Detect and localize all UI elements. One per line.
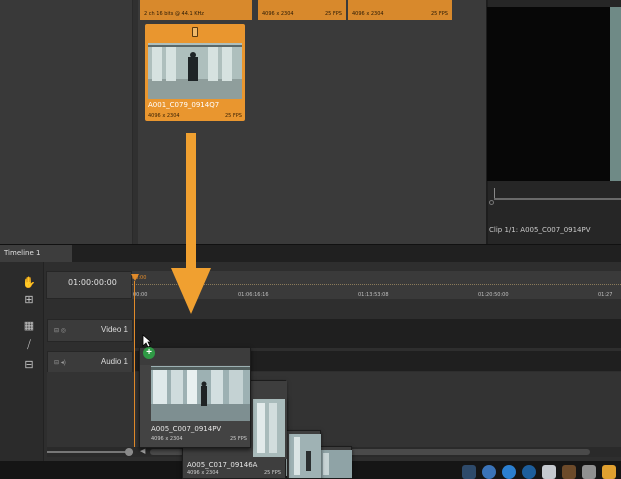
dragged-clip-primary: A005_C007_0914PV 4096 x 2304 25 FPS <box>139 347 251 448</box>
scrub-line <box>494 198 621 200</box>
dock-app-icon[interactable] <box>542 465 556 479</box>
viewer-scrubber[interactable] <box>494 186 621 206</box>
ruler-label: 01:20:50:00 <box>478 292 509 298</box>
clip-resolution: 4096 x 2304 <box>262 11 294 17</box>
clip-name: A005_C007_0914PV <box>151 425 222 433</box>
viewer-screen <box>487 7 615 181</box>
dock-app-icon[interactable] <box>502 465 516 479</box>
ruler-label: 00:00 <box>133 292 148 298</box>
clip-audio-info: 2 ch 16 bits @ 44.1 KHz <box>144 11 204 17</box>
razor-tool-icon[interactable]: ⧸ <box>22 338 36 352</box>
clip-name: A001_C079_0914Q7 <box>148 101 220 109</box>
clip-resolution: 4096 x 2304 <box>352 11 384 17</box>
zoom-tool-icon[interactable]: ⊟ <box>22 358 36 372</box>
clip-handle-icon <box>192 27 198 37</box>
dock-app-icon[interactable] <box>562 465 576 479</box>
ruler-label: 01:13:53:08 <box>358 292 389 298</box>
scroll-left-icon[interactable]: ◀ <box>140 447 145 455</box>
slip-tool-icon[interactable]: ▦ <box>22 319 36 333</box>
track-header-video[interactable]: ⊟ ◎ Video 1 <box>47 319 133 342</box>
zoom-slider-knob[interactable] <box>125 448 133 456</box>
dragged-clip <box>285 430 321 479</box>
zoom-slider-track[interactable] <box>47 451 133 453</box>
clip-name: A005_C017_09146A <box>187 461 258 469</box>
clip-fps: 25 FPS <box>324 11 342 17</box>
clip-thumbnail <box>148 43 242 99</box>
clip-tile-partial[interactable]: 4096 x 2304 25 FPS <box>348 0 452 20</box>
track-icons: ⊟ ◂) <box>54 360 66 366</box>
clip-fps: 25 FPS <box>224 113 242 119</box>
clip-fps: 25 FPS <box>229 436 247 442</box>
scrub-tick <box>494 188 495 198</box>
ripple-tool-icon[interactable]: ⊞ <box>22 293 36 307</box>
mouse-cursor-icon <box>142 334 153 353</box>
clip-tile-partial[interactable]: 2 ch 16 bits @ 44.1 KHz <box>140 0 252 20</box>
video-track-lane[interactable] <box>134 319 621 348</box>
clip-fps: 25 FPS <box>263 470 281 476</box>
viewer-frame-edge <box>610 7 621 181</box>
dock-app-icon[interactable] <box>522 465 536 479</box>
in-point-icon[interactable] <box>489 200 494 205</box>
track-icons: ⊟ ◎ <box>54 328 66 334</box>
clip-fps: 25 FPS <box>430 11 448 17</box>
ruler-dots <box>132 284 621 285</box>
ruler-label: 01:27 <box>598 292 613 298</box>
hand-tool-icon[interactable]: ✋ <box>22 276 36 290</box>
dock-app-icon[interactable] <box>482 465 496 479</box>
browser-sidebar <box>0 0 133 244</box>
ruler-label: 01:06:16:16 <box>238 292 269 298</box>
clip-resolution: 4096 x 2304 <box>187 470 219 476</box>
clip-header-bar <box>140 348 250 365</box>
clip-resolution: 4096 x 2304 <box>148 113 180 119</box>
dock-app-icon[interactable] <box>462 465 476 479</box>
dock-app-icon[interactable] <box>582 465 596 479</box>
timecode-display: 01:00:00:00 <box>68 278 117 287</box>
selected-clip-tile[interactable]: A001_C079_0914Q7 4096 x 2304 25 FPS <box>145 24 245 121</box>
clip-thumbnail <box>151 366 250 421</box>
track-label: Video 1 <box>101 325 128 334</box>
viewer-caption: Clip 1/1: A005_C007_0914PV <box>489 226 591 234</box>
track-header-audio[interactable]: ⊟ ◂) Audio 1 <box>47 351 133 374</box>
timeline-tabbar <box>0 244 621 262</box>
drag-arrow-shaft <box>186 133 196 271</box>
playhead-line <box>134 281 135 457</box>
clip-tile-partial[interactable]: 4096 x 2304 25 FPS <box>258 0 346 20</box>
clip-resolution: 4096 x 2304 <box>151 436 183 442</box>
panel-divider[interactable] <box>133 0 138 244</box>
tab-label: Timeline 1 <box>4 249 41 257</box>
dock-app-icon[interactable] <box>602 465 616 479</box>
track-label: Audio 1 <box>100 357 128 366</box>
